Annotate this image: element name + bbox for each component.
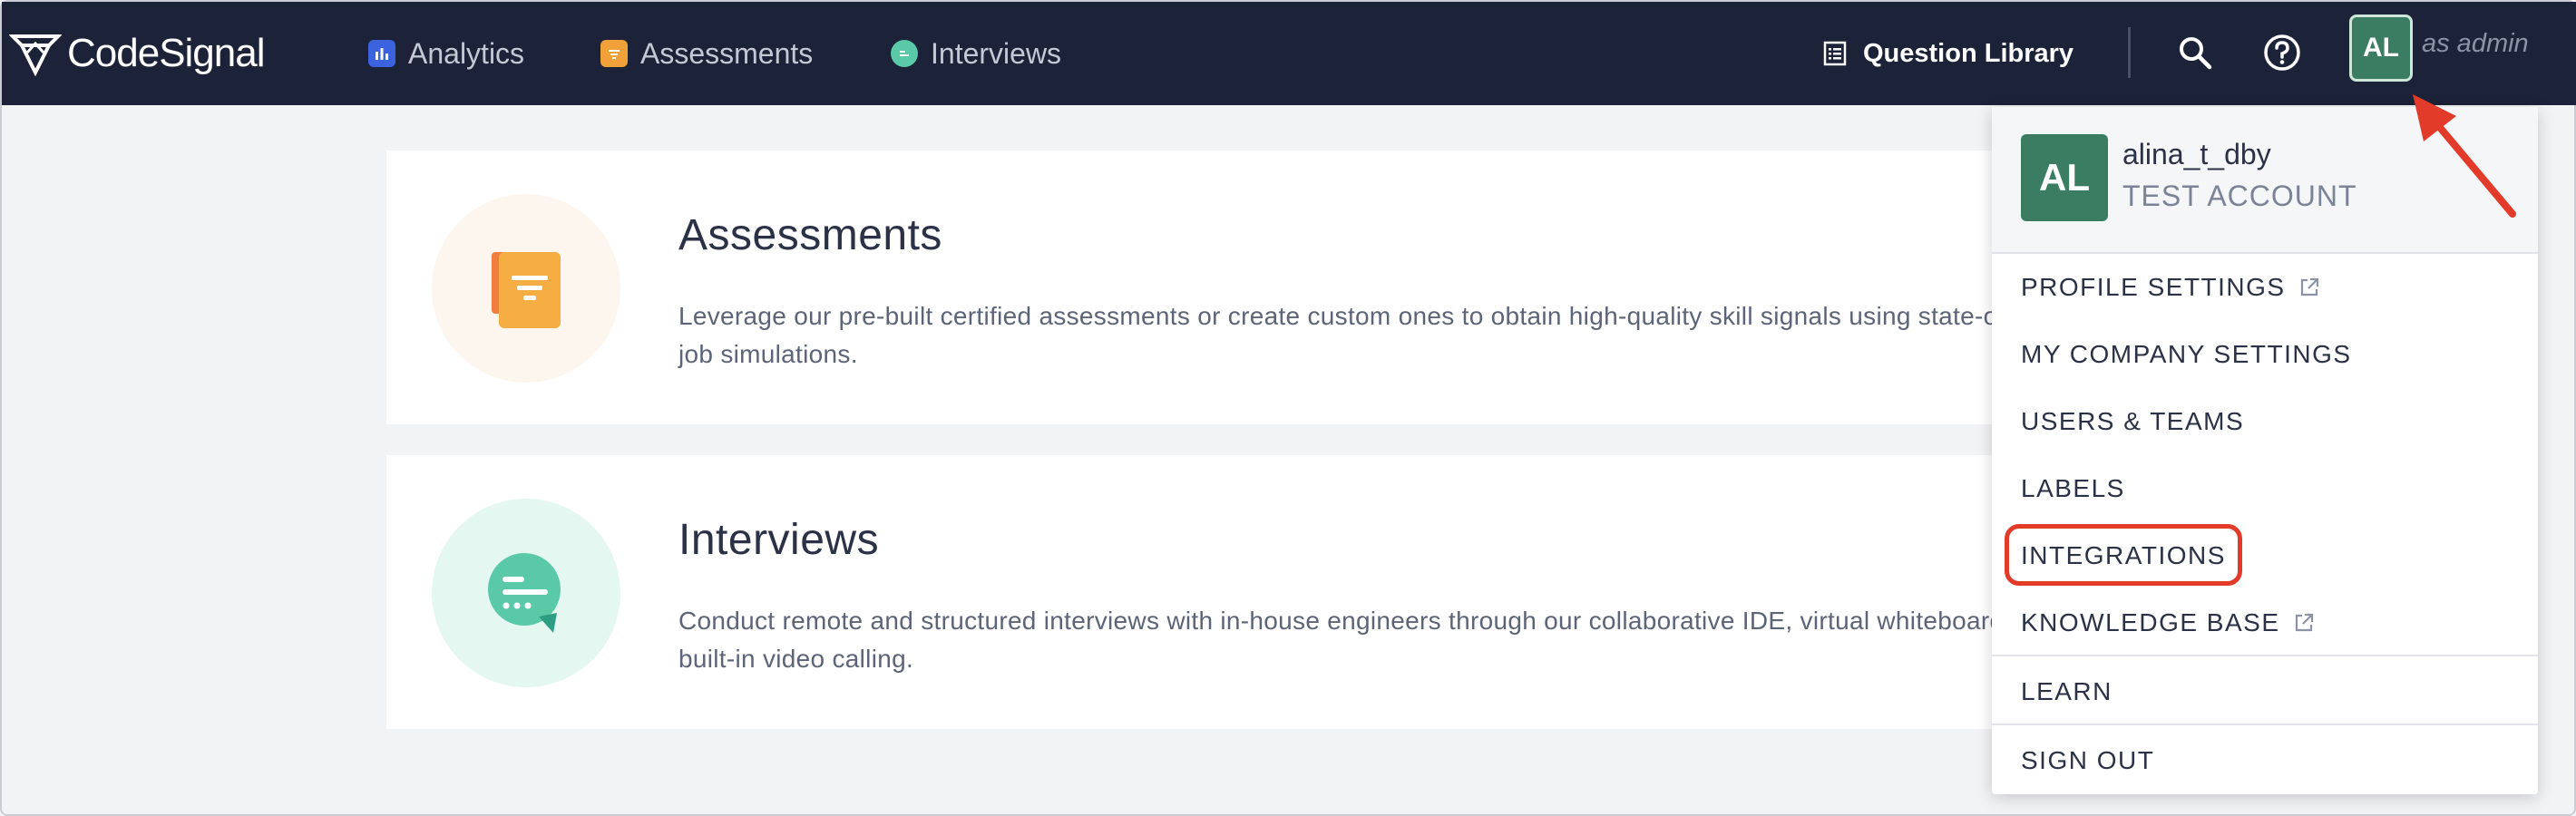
nav-assessments[interactable]: Assessments: [600, 27, 813, 80]
question-library-label: Question Library: [1863, 38, 2074, 68]
search-icon: [2180, 37, 2212, 70]
menu-divider: [1992, 724, 2538, 725]
menu-item-knowledge-base[interactable]: KNOWLEDGE BASE: [2021, 600, 2315, 646]
menu-item-label: KNOWLEDGE BASE: [2021, 608, 2280, 636]
menu-item-label: SIGN OUT: [2021, 746, 2155, 774]
integrations-highlight-annotation: [2005, 524, 2242, 586]
avatar-initials: AL: [2363, 33, 2399, 63]
menu-item-labels[interactable]: LABELS: [2021, 466, 2125, 511]
dropdown-account-type: TEST ACCOUNT: [2122, 180, 2357, 212]
menu-item-profile-settings[interactable]: PROFILE SETTINGS: [2021, 265, 2320, 310]
search-button[interactable]: [2168, 25, 2222, 80]
menu-item-users-teams[interactable]: USERS & TEAMS: [2021, 399, 2244, 444]
chat-bubble-icon: [432, 499, 620, 687]
nav-analytics[interactable]: Analytics: [368, 27, 524, 80]
dropdown-avatar-initials: AL: [2039, 156, 2090, 199]
analytics-icon: [368, 40, 395, 67]
menu-divider: [1992, 655, 2538, 656]
assessments-card[interactable]: Assessments Leverage our pre-built certi…: [386, 151, 2089, 424]
logo-text: CodeSignal: [67, 31, 265, 75]
question-library-link[interactable]: Question Library: [1823, 27, 2073, 80]
card-title: Interviews: [678, 516, 880, 564]
user-avatar-button[interactable]: AL: [2349, 15, 2413, 82]
nav-assessments-label: Assessments: [640, 36, 814, 70]
help-icon: [2264, 34, 2300, 71]
menu-item-label: LEARN: [2021, 677, 2113, 705]
menu-item-label: MY COMPANY SETTINGS: [2021, 340, 2352, 368]
dropdown-username: alina_t_dby: [2122, 138, 2271, 170]
top-nav-bar: CodeSignal Analytics Assessments Intervi…: [2, 2, 2576, 105]
nav-analytics-label: Analytics: [408, 36, 525, 70]
codesignal-logo-icon: [9, 34, 62, 76]
nav-divider: [2128, 27, 2131, 78]
assessments-icon: [600, 40, 628, 67]
interviews-card[interactable]: Interviews Conduct remote and structured…: [386, 455, 2073, 729]
interviews-icon: [891, 40, 918, 67]
question-library-icon: [1823, 41, 1847, 66]
role-indicator: as admin: [2422, 29, 2529, 58]
card-description: Conduct remote and structured interviews…: [678, 607, 2063, 673]
card-title: Assessments: [678, 211, 942, 259]
menu-item-label: LABELS: [2021, 474, 2125, 502]
dropdown-avatar: AL: [2021, 134, 2108, 221]
codesignal-logo[interactable]: CodeSignal: [9, 22, 265, 85]
external-link-icon: [2300, 277, 2318, 296]
nav-interviews[interactable]: Interviews: [891, 27, 1061, 80]
menu-item-label: USERS & TEAMS: [2021, 407, 2245, 435]
menu-item-company-settings[interactable]: MY COMPANY SETTINGS: [2021, 332, 2352, 377]
menu-item-sign-out[interactable]: SIGN OUT: [2021, 738, 2154, 783]
assessment-doc-icon: [432, 194, 620, 383]
help-button[interactable]: [2255, 25, 2309, 80]
red-arrow-annotation: [2413, 94, 2516, 218]
menu-item-label: PROFILE SETTINGS: [2021, 273, 2286, 301]
nav-interviews-label: Interviews: [931, 36, 1062, 70]
external-link-icon: [2295, 613, 2313, 632]
menu-item-learn[interactable]: LEARN: [2021, 669, 2113, 714]
card-description: Leverage our pre-built certified assessm…: [678, 302, 2090, 368]
